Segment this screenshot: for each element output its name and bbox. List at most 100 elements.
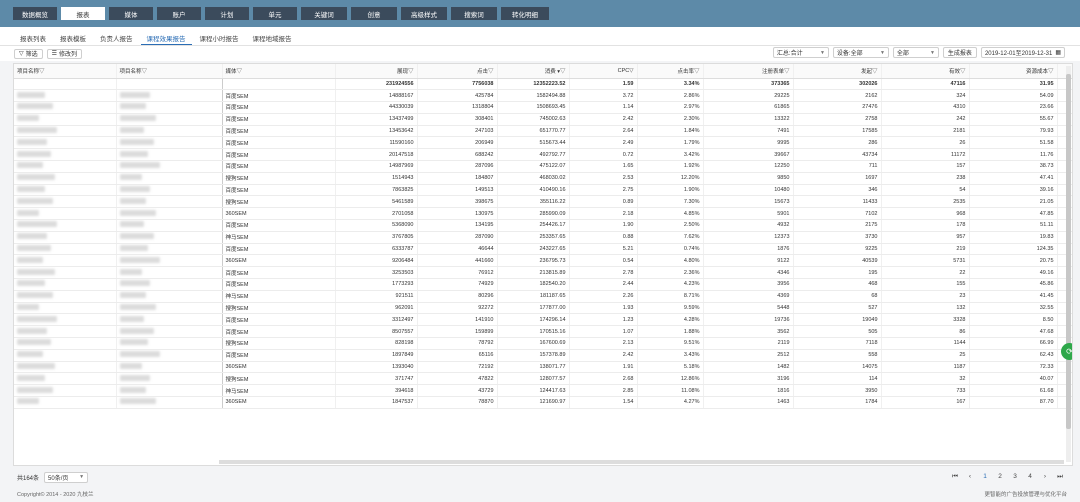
- table-row[interactable]: 百度SEM 14987969 287096 475122.07 1.65 1.92% 122…: [14, 160, 1072, 173]
- table-row[interactable]: 百度SEM 3253503 76912 213815.89 2.78 2.36% 4346 1…: [14, 266, 1072, 280]
- table-row[interactable]: 百度SEM 11590160 206949 515673.44 2.49 1.79% 999…: [14, 136, 1072, 150]
- column-header[interactable]: 有效▽: [881, 64, 970, 79]
- column-header[interactable]: 注册表单▽: [703, 64, 794, 79]
- filter-icon[interactable]: ▽: [872, 69, 878, 75]
- table-row[interactable]: 百度SEM 6333787 46644 243227.65 5.21 0.74% 1876 9…: [14, 243, 1072, 256]
- table-row[interactable]: 搜狗SEM 1514943 184807 468030.02 2.53 12.20% 985…: [14, 172, 1072, 185]
- table-row[interactable]: 搜狗SEM 828198 78792 167600.69 2.13 9.51% 2119 71…: [14, 337, 1072, 350]
- table-row[interactable]: 360SEM 2701058 130975 285990.09 2.18 4.85% 590…: [14, 207, 1072, 221]
- nav-item[interactable]: 单元: [253, 7, 297, 20]
- nav-item[interactable]: 高级样式: [401, 7, 447, 20]
- next-page-icon[interactable]: ›: [1040, 471, 1050, 482]
- device-select[interactable]: 设备:全部 ▼: [832, 47, 889, 58]
- nav-item[interactable]: 转化明细: [501, 7, 549, 20]
- table-row[interactable]: 神马SEM 394618 43729 124417.63 2.85 11.08% 1816 3…: [14, 384, 1072, 398]
- table-row[interactable]: 百度SEM 3312497 141910 174296.14 1.23 4.28% 1973…: [14, 313, 1072, 327]
- scrollbar-thumb[interactable]: [1066, 74, 1071, 429]
- table-row[interactable]: 360SEM 9206484 441660 236795.73 0.54 4.80% 912…: [14, 254, 1072, 268]
- horizontal-scrollbar[interactable]: [219, 460, 1064, 464]
- subtab[interactable]: 报表列表: [14, 31, 52, 45]
- chat-float-icon[interactable]: ⟳: [1061, 343, 1072, 360]
- column-header[interactable]: 媒体▽: [222, 64, 336, 79]
- table-row[interactable]: 神马SEM 921511 80296 181187.65 2.26 8.71% 4369 68…: [14, 290, 1072, 303]
- column-header[interactable]: 项目名称▽: [14, 64, 117, 79]
- table-row[interactable]: 百度SEM 44330039 1318804 1508693.45 1.14 2.97% 6…: [14, 101, 1072, 114]
- filter-icon[interactable]: ▽: [142, 69, 148, 75]
- table-row[interactable]: 百度SEM 8507557 159899 170515.16 1.07 1.88% 3562…: [14, 325, 1072, 339]
- table-row[interactable]: 搜狗SEM 371747 47822 128077.57 2.68 12.86% 3196 1…: [14, 372, 1072, 386]
- filter-icon[interactable]: ▽: [408, 69, 414, 75]
- metric-cell: 14888167: [335, 89, 418, 103]
- table-row[interactable]: 360SEM 1847537 78870 121690.97 1.54 4.27% 1463…: [14, 396, 1072, 409]
- page-link[interactable]: 1: [980, 471, 990, 482]
- column-header[interactable]: 资源成本▽: [969, 64, 1058, 79]
- filter-icon[interactable]: ▽: [960, 69, 966, 75]
- filter-icon[interactable]: ▽: [1048, 69, 1054, 75]
- table-row[interactable]: 百度SEM 20147518 688242 492792.77 0.72 3.42% 396…: [14, 148, 1072, 162]
- subtab[interactable]: 报表模板: [54, 31, 92, 45]
- redacted-text: [17, 268, 55, 275]
- table-row[interactable]: 百度SEM 13437499 308401 745002.63 2.42 2.30% 133…: [14, 113, 1072, 126]
- column-header[interactable]: CPC▽: [569, 64, 638, 79]
- generate-report-button[interactable]: 生成报表: [942, 47, 977, 58]
- column-header[interactable]: 展现▽: [335, 64, 418, 79]
- table-row[interactable]: 搜狗SEM 962091 92272 177877.00 1.93 9.59% 5448 52…: [14, 302, 1072, 315]
- filter-icon[interactable]: ▽: [39, 69, 45, 75]
- column-header[interactable]: 点击率▽: [637, 64, 704, 79]
- redacted-text: [17, 351, 43, 358]
- table-row[interactable]: 360SEM 1393040 72192 138071.77 1.91 5.18% 1482…: [14, 361, 1072, 374]
- column-header[interactable]: 发起▽: [793, 64, 882, 79]
- nav-item[interactable]: 关键词: [301, 7, 347, 20]
- date-range-picker[interactable]: 2019-12-01至2019-12-31 ▦: [980, 47, 1065, 58]
- nav-item[interactable]: 媒体: [109, 7, 153, 20]
- summary-row: 231924556 7756038 12352223.52 1.59 3.34% 3733…: [14, 78, 1072, 91]
- filter-icon[interactable]: ▽: [784, 69, 790, 75]
- filter-button[interactable]: ▽ 筛选: [14, 48, 43, 59]
- table-row[interactable]: 神马SEM 3767805 287090 253357.65 0.88 7.62% 1237…: [14, 231, 1072, 244]
- column-header[interactable]: 消费 ▾▽: [497, 64, 570, 79]
- column-header-label: 媒体: [225, 68, 237, 75]
- prev-page-icon[interactable]: ‹: [965, 471, 975, 482]
- filter-icon[interactable]: ▽: [694, 69, 700, 75]
- table-row[interactable]: 搜狗SEM 5461589 398675 355116.22 0.89 7.30% 1567…: [14, 195, 1072, 209]
- scope-select[interactable]: 全部 ▼: [892, 47, 939, 58]
- table-row[interactable]: 百度SEM 13453642 247103 651770.77 2.64 1.84% 749…: [14, 125, 1072, 138]
- metric-cell: 29225: [703, 89, 794, 103]
- filter-icon[interactable]: ▽: [488, 69, 494, 75]
- first-page-icon[interactable]: ⏮: [950, 471, 960, 482]
- filter-icon[interactable]: ▽: [629, 68, 633, 74]
- nav-item[interactable]: 创意: [351, 7, 397, 20]
- column-header[interactable]: 项目名称▽: [116, 64, 223, 79]
- page-link[interactable]: 4: [1025, 471, 1035, 482]
- page-link[interactable]: 3: [1010, 471, 1020, 482]
- metric-cell: 2512: [703, 349, 794, 362]
- aggregate-select[interactable]: 汇总:合计 ▼: [772, 47, 829, 58]
- last-page-icon[interactable]: ⏭: [1055, 471, 1065, 482]
- table-row[interactable]: 百度SEM 5368090 134195 254426.17 1.90 2.50% 4932…: [14, 219, 1072, 232]
- nav-item[interactable]: 数据概览: [13, 7, 57, 20]
- edit-columns-button[interactable]: ☰ 修改列: [46, 48, 83, 59]
- nav-item[interactable]: 报表: [61, 7, 105, 20]
- metric-cell: 0.88: [569, 231, 638, 244]
- metric-cell: 61865: [703, 101, 794, 114]
- filter-icon[interactable]: ▽: [560, 69, 566, 75]
- subtab[interactable]: 课程小时报告: [194, 31, 245, 45]
- subtab[interactable]: 课程地域报告: [247, 31, 298, 45]
- page-link[interactable]: 2: [995, 471, 1005, 482]
- table-row[interactable]: 百度SEM 1773293 74929 182540.20 2.44 4.23% 3956 4…: [14, 278, 1072, 291]
- column-header[interactable]: 点击▽: [417, 64, 498, 79]
- table-row[interactable]: 百度SEM 1897849 65116 157378.89 2.42 3.43% 2512 5…: [14, 349, 1072, 362]
- column-header-label: 点击率: [677, 68, 694, 75]
- subtab[interactable]: 课程效果报告: [140, 31, 192, 45]
- table-row[interactable]: 百度SEM 7863825 149513 410490.16 2.75 1.90% 1048…: [14, 184, 1072, 197]
- nav-item[interactable]: 账户: [157, 7, 201, 20]
- subtab[interactable]: 负责人报告: [94, 31, 139, 45]
- filter-icon[interactable]: ▽: [237, 69, 243, 75]
- metric-cell: 25: [881, 349, 970, 362]
- vertical-scrollbar[interactable]: [1066, 66, 1071, 462]
- page-size-select[interactable]: 50条/页 ▼: [44, 471, 89, 483]
- column-header-label: CPC: [617, 67, 630, 74]
- table-row[interactable]: 百度SEM 14888167 425784 1582494.88 3.72 2.86% 29…: [14, 89, 1072, 103]
- nav-item[interactable]: 计划: [205, 7, 249, 20]
- nav-item[interactable]: 搜索词: [451, 7, 497, 20]
